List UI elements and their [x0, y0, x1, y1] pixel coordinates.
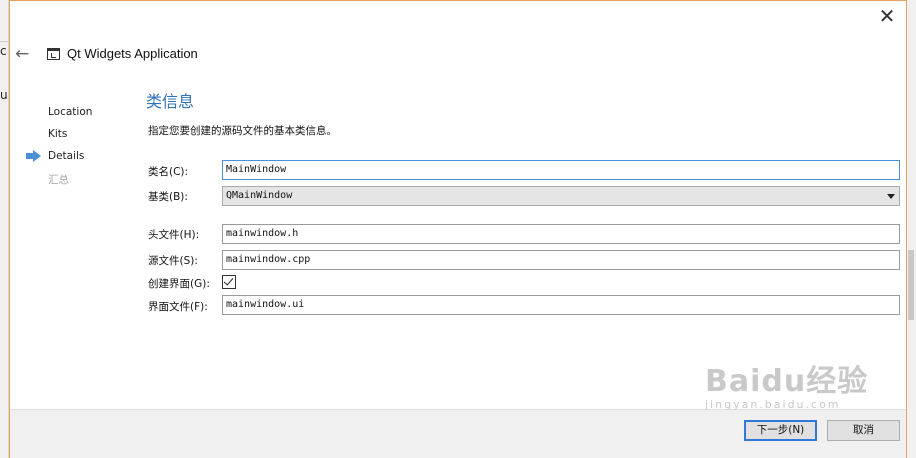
background-text-fragment: c: [0, 44, 7, 58]
background-scrollbar: [906, 0, 916, 458]
wizard-title: Qt Widgets Application: [67, 46, 198, 61]
background-window-edge: c u: [0, 0, 9, 458]
chevron-down-icon: [887, 194, 895, 199]
application-icon: [47, 48, 60, 60]
header-file-input[interactable]: mainwindow.h: [222, 224, 900, 244]
header-file-label: 头文件(H):: [148, 229, 200, 241]
background-scrollbar-thumb: [908, 250, 914, 320]
base-class-value: QMainWindow: [226, 190, 293, 201]
back-arrow-icon[interactable]: ←: [15, 44, 29, 64]
dialog-footer: 下一步(N) 取消: [10, 409, 906, 458]
class-name-input[interactable]: MainWindow: [222, 160, 900, 180]
step-details: Details: [48, 150, 85, 162]
next-button[interactable]: 下一步(N): [744, 420, 817, 441]
source-file-label: 源文件(S):: [148, 255, 198, 267]
form-file-label: 界面文件(F):: [148, 301, 208, 313]
base-class-label: 基类(B):: [148, 191, 188, 203]
step-location: Location: [48, 106, 93, 118]
cancel-button[interactable]: 取消: [827, 420, 900, 441]
close-icon[interactable]: ✕: [876, 5, 898, 27]
page-subtitle: 指定您要创建的源码文件的基本类信息。: [148, 125, 337, 137]
checkmark-icon: [223, 275, 234, 286]
background-text-fragment: u: [0, 88, 8, 102]
class-name-label: 类名(C):: [148, 166, 189, 178]
page-title: 类信息: [146, 92, 195, 111]
background-divider: [0, 41, 9, 42]
step-kits: Kits: [48, 128, 68, 140]
source-file-input[interactable]: mainwindow.cpp: [222, 250, 900, 270]
form-file-input[interactable]: mainwindow.ui: [222, 295, 900, 315]
step-summary: 汇总: [48, 174, 69, 186]
baidu-watermark: Baidu经验 jingyan.baidu.com: [705, 356, 868, 411]
new-project-wizard-dialog: ✕ ← Qt Widgets Application Location Kits…: [9, 0, 907, 458]
watermark-logo-text: Baidu经验: [705, 364, 869, 399]
base-class-select[interactable]: QMainWindow: [222, 186, 900, 206]
generate-form-label: 创建界面(G):: [148, 278, 210, 290]
generate-form-checkbox[interactable]: [222, 275, 236, 289]
